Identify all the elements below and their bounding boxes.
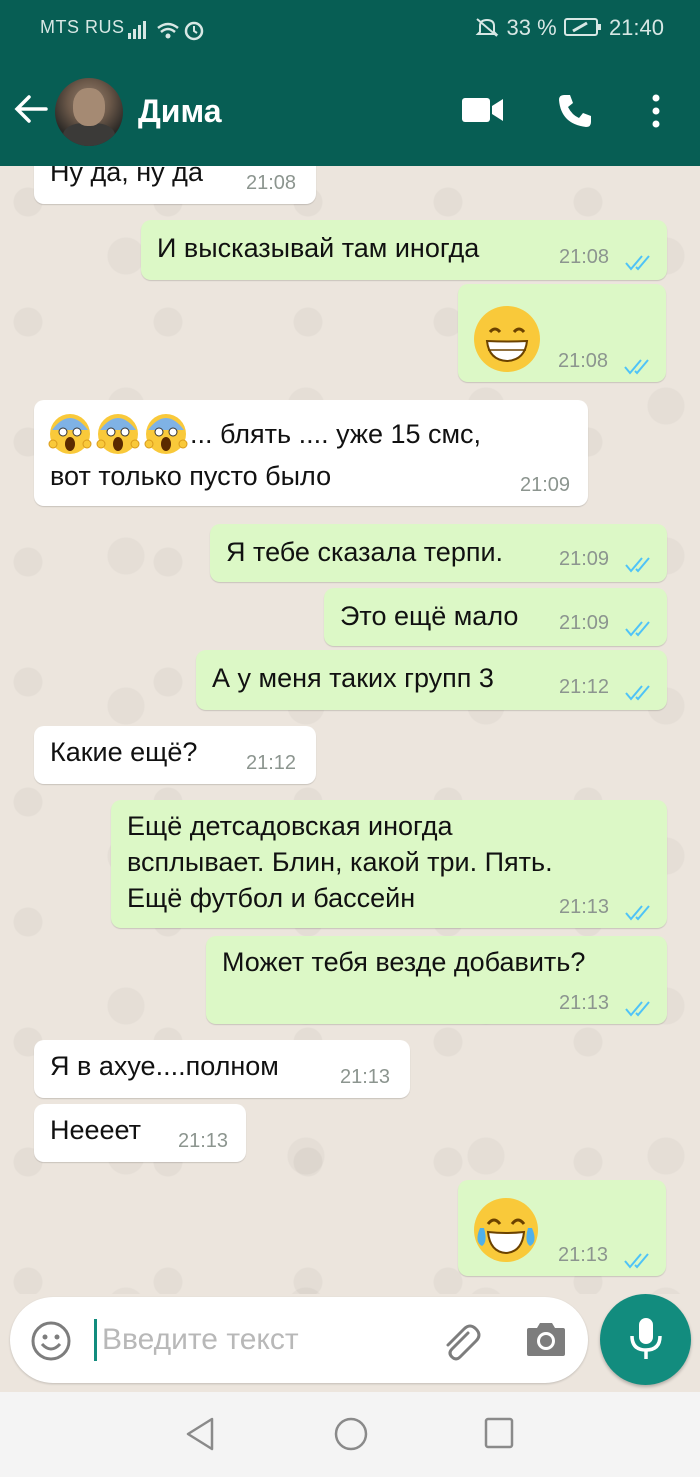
message-time: 21:08 — [246, 172, 297, 194]
message-text: И высказывай там иногда — [157, 233, 480, 263]
message-time: 21:09 — [559, 612, 610, 634]
message-incoming[interactable]: ... блять .... уже 15 смс, вот только пу… — [34, 400, 588, 506]
battery-percent: 33 % — [506, 15, 557, 40]
message-text-line1: ... блять .... уже 15 смс, — [190, 419, 482, 449]
message-incoming[interactable]: Я в ахуе....полном 21:13 — [34, 1040, 410, 1098]
message-time: 21:13 — [559, 896, 610, 918]
nav-home-icon[interactable] — [333, 1416, 369, 1457]
message-text-line1: Ещё детсадовская иногда — [127, 811, 453, 841]
message-text: Какие ещё? — [50, 737, 198, 767]
more-options-icon[interactable] — [648, 94, 664, 133]
message-time: 21:09 — [520, 474, 571, 496]
message-text-line2: вот только пусто было — [50, 461, 332, 491]
read-ticks-icon — [625, 678, 655, 709]
clock: 21:40 — [608, 15, 664, 40]
message-text: Ну да, ну да — [50, 166, 203, 187]
message-time: 21:12 — [559, 676, 610, 698]
message-time: 21:13 — [340, 1066, 391, 1088]
read-ticks-icon — [625, 994, 655, 1025]
carrier-label: MTS RUS — [40, 17, 125, 37]
message-text: Я тебе сказала терпи. — [226, 537, 504, 567]
contact-name[interactable]: Дима — [138, 93, 222, 130]
voice-record-button[interactable] — [600, 1294, 691, 1385]
read-ticks-icon — [625, 550, 655, 581]
grinning-emoji-icon — [474, 306, 540, 372]
message-incoming[interactable]: Неееет 21:13 — [34, 1104, 246, 1162]
message-time: 21:09 — [559, 548, 610, 570]
message-outgoing[interactable]: 21:13 — [458, 1180, 666, 1276]
camera-icon[interactable] — [525, 1319, 567, 1364]
battery-icon — [563, 18, 601, 36]
message-text: Неееет — [50, 1115, 142, 1145]
emoji-picker-icon[interactable] — [30, 1320, 72, 1367]
message-outgoing[interactable]: Я тебе сказала терпи. 21:09 — [210, 524, 667, 582]
message-time: 21:13 — [558, 1244, 609, 1266]
tears-of-joy-emoji-icon — [474, 1198, 538, 1262]
message-time: 21:12 — [246, 752, 297, 774]
read-ticks-icon — [625, 898, 655, 929]
attach-paperclip-icon[interactable] — [438, 1319, 482, 1368]
nav-recents-icon[interactable] — [483, 1416, 515, 1455]
read-ticks-icon — [625, 614, 655, 645]
message-text-line3: Ещё футбол и бассейн — [127, 883, 416, 913]
chat-header: Дима — [0, 58, 700, 166]
message-text: Может тебя везде добавить? — [222, 947, 586, 977]
message-composer — [10, 1297, 588, 1383]
message-incoming[interactable]: Какие ещё? 21:12 — [34, 726, 316, 784]
message-outgoing[interactable]: Может тебя везде добавить? 21:13 — [206, 936, 667, 1024]
message-outgoing[interactable]: Ещё детсадовская иногда всплывает. Блин,… — [111, 800, 667, 928]
text-cursor — [94, 1319, 97, 1361]
message-text: А у меня таких групп 3 — [212, 663, 494, 693]
signal-wifi-alarm-icons — [128, 18, 208, 47]
screaming-face-emoji-icon — [48, 412, 188, 463]
status-right: 33 % 21:40 — [474, 15, 664, 41]
message-time: 21:13 — [559, 992, 610, 1014]
avatar[interactable] — [55, 78, 123, 146]
status-bar: MTS RUS 33 % 21:40 — [0, 0, 700, 58]
phone-call-icon[interactable] — [556, 92, 594, 135]
read-ticks-icon — [624, 352, 654, 383]
message-outgoing[interactable]: А у меня таких групп 3 21:12 — [196, 650, 667, 710]
read-ticks-icon — [625, 248, 655, 279]
message-text: Это ещё мало — [340, 601, 519, 631]
back-arrow-icon[interactable] — [14, 94, 48, 129]
mute-bell-icon — [475, 18, 499, 37]
read-ticks-icon — [624, 1246, 654, 1277]
message-outgoing[interactable]: И высказывай там иногда 21:08 — [141, 220, 667, 280]
video-call-icon[interactable] — [462, 96, 504, 129]
message-time: 21:13 — [178, 1130, 229, 1152]
message-text-line2: всплывает. Блин, какой три. Пять. — [127, 847, 553, 877]
system-navigation-bar — [0, 1392, 700, 1477]
microphone-icon — [630, 1318, 662, 1359]
message-outgoing[interactable]: 21:08 — [458, 284, 666, 382]
message-incoming[interactable]: Ну да, ну да 21:08 — [34, 166, 316, 204]
message-time: 21:08 — [558, 350, 609, 372]
nav-back-icon[interactable] — [184, 1416, 216, 1457]
message-list[interactable]: Ну да, ну да 21:08 И высказывай там иног… — [0, 166, 700, 1294]
message-outgoing[interactable]: Это ещё мало 21:09 — [324, 588, 667, 646]
message-input[interactable] — [100, 1317, 424, 1363]
message-time: 21:08 — [559, 246, 610, 268]
message-text: Я в ахуе....полном — [50, 1051, 279, 1081]
